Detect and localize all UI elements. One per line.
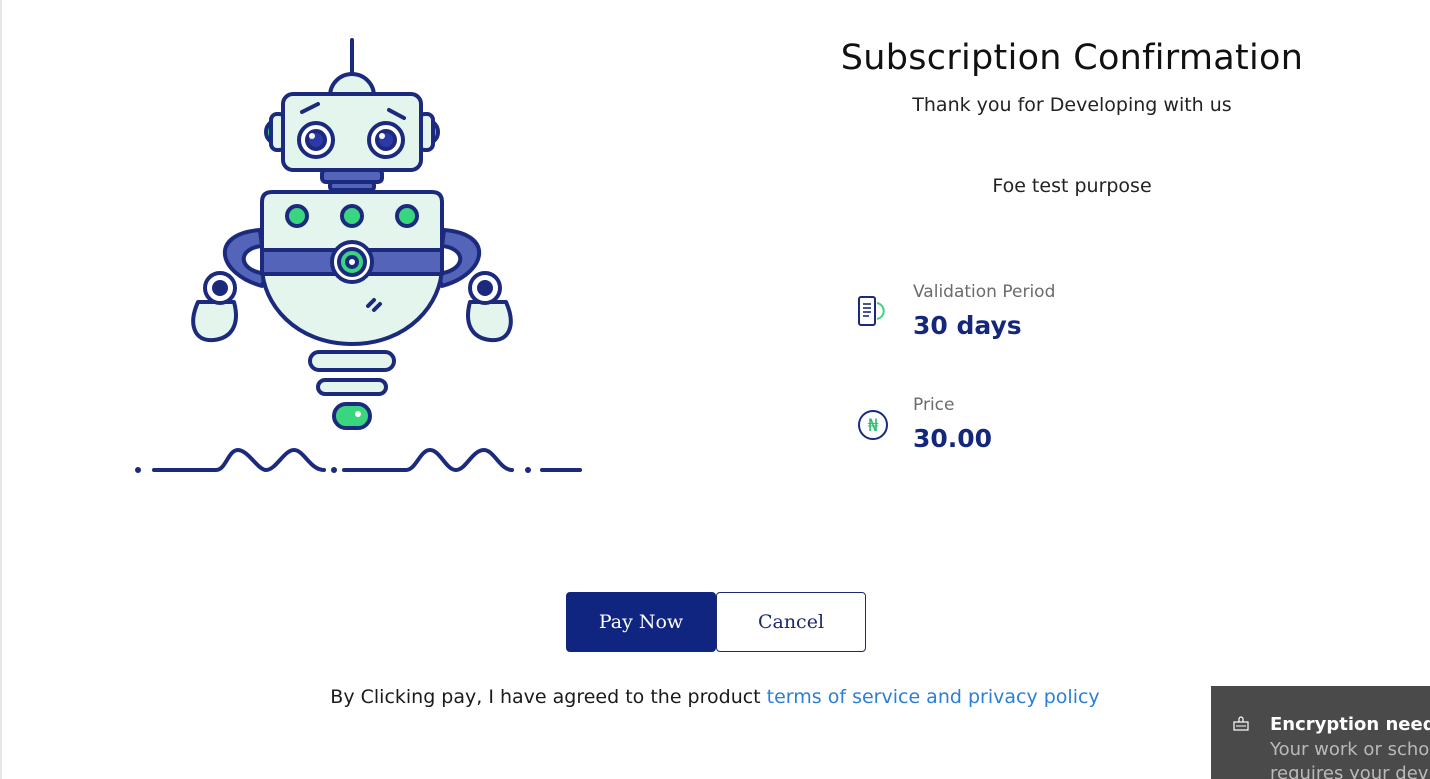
toast-title: Encryption needed (1270, 714, 1430, 735)
toast-body: Your work or school account requires you… (1270, 739, 1430, 779)
terms-privacy-link[interactable]: terms of service and privacy policy (767, 686, 1100, 708)
page-subtitle: Thank you for Developing with us (912, 94, 1232, 116)
price-row: ₦ Price 30.00 (856, 395, 1276, 465)
naira-symbol: ₦ (868, 416, 879, 436)
encryption-toast[interactable]: Encryption needed Your work or school ac… (1211, 686, 1430, 779)
device-lock-icon (1233, 716, 1249, 731)
agreement-prefix: By Clicking pay, I have agreed to the pr… (330, 686, 767, 708)
cancel-button[interactable]: Cancel (716, 592, 866, 652)
naira-currency-icon: ₦ (858, 410, 888, 440)
page-edge (0, 0, 2, 779)
document-phone-icon (858, 296, 885, 326)
page-title: Subscription Confirmation (840, 38, 1304, 78)
subscription-panel: Subscription Confirmation Thank you for … (832, 0, 1312, 520)
plan-description: Foe test purpose (992, 175, 1152, 197)
robot-illustration (128, 34, 598, 484)
price-value: 30.00 (913, 424, 993, 453)
validation-period-value: 30 days (913, 311, 1022, 340)
price-label: Price (913, 395, 955, 415)
validation-period-row: Validation Period 30 days (856, 282, 1276, 352)
validation-period-label: Validation Period (913, 282, 1056, 302)
pay-now-button[interactable]: Pay Now (566, 592, 716, 652)
robot-graphic (135, 38, 582, 473)
